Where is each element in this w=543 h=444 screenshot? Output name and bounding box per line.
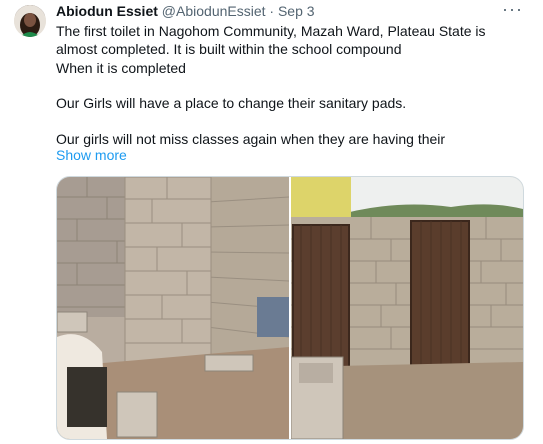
avatar[interactable] <box>14 5 46 37</box>
tweet-text: The first toilet in Nagohom Community, M… <box>56 22 526 148</box>
tweet-date[interactable]: Sep 3 <box>278 3 315 19</box>
tweet-line: Our Girls will have a place to change th… <box>56 95 407 112</box>
show-more-link[interactable]: Show more <box>56 146 127 164</box>
author-name[interactable]: Abiodun Essiet <box>56 3 158 19</box>
media-grid <box>56 176 524 440</box>
tweet-line: The first toilet in Nagohom Community, M… <box>56 23 486 39</box>
tweet-line: When it is completed <box>56 59 186 76</box>
tweet-header: Abiodun Essiet @AbiodunEssiet · Sep 3 <box>56 2 315 20</box>
author-handle[interactable]: @AbiodunEssiet <box>162 3 266 19</box>
photo-right[interactable] <box>291 177 523 439</box>
photo-left[interactable] <box>57 177 289 439</box>
separator: · <box>269 3 275 19</box>
more-options-icon[interactable]: ··· <box>502 0 523 18</box>
tweet-line: almost completed. It is built within the… <box>56 41 402 58</box>
